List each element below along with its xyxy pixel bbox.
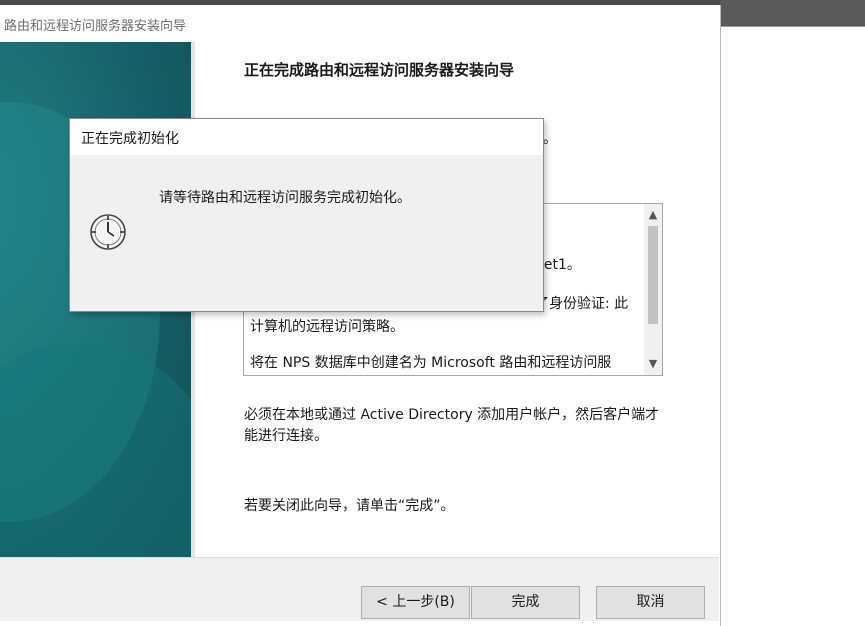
- banner-swoosh: [0, 342, 191, 562]
- summary-line: 将在 NPS 数据库中创建名为 Microsoft 路由和远程访问服: [250, 355, 612, 371]
- dialog-message: 请等待路由和远程访问服务完成初始化。: [159, 190, 411, 206]
- user-accounts-note: 必须在本地或通过 Active Directory 添加用户帐户，然后客户端才能…: [244, 407, 660, 444]
- wizard-heading: 正在完成路由和远程访问服务器安装向导: [244, 61, 515, 79]
- scroll-thumb[interactable]: [648, 226, 658, 324]
- cancel-button[interactable]: 取消: [596, 586, 705, 619]
- scroll-down-icon[interactable]: ▼: [644, 355, 662, 373]
- back-button[interactable]: < 上一步(B): [361, 586, 470, 619]
- finish-button[interactable]: 完成: [471, 586, 580, 619]
- background-toolbar: [720, 0, 865, 26]
- wizard-title: 路由和远程访问服务器安装向导: [4, 19, 187, 34]
- dialog-title: 正在完成初始化: [81, 131, 179, 147]
- background-app-area: [720, 0, 865, 626]
- clock-icon: [90, 214, 126, 250]
- summary-line: 计算机的远程访问策略。: [250, 319, 404, 335]
- dialog-titlebar: 正在完成初始化: [70, 119, 543, 155]
- intro-text: 。: [543, 131, 557, 147]
- summary-line: 了身份验证: 此: [535, 296, 629, 312]
- background-divider: [720, 26, 865, 27]
- close-instruction: 若要关闭此向导，请单击“完成”。: [244, 498, 455, 514]
- scroll-up-icon[interactable]: ▲: [644, 206, 662, 224]
- summary-scrollbar[interactable]: ▲ ▼: [644, 204, 662, 375]
- initialization-dialog: 正在完成初始化 请等待路由和远程访问服务完成初始化。: [69, 118, 544, 312]
- setup-wizard-window: 路由和远程访问服务器安装向导 正在完成路由和远程访问服务器安装向导 。 net1…: [0, 5, 721, 626]
